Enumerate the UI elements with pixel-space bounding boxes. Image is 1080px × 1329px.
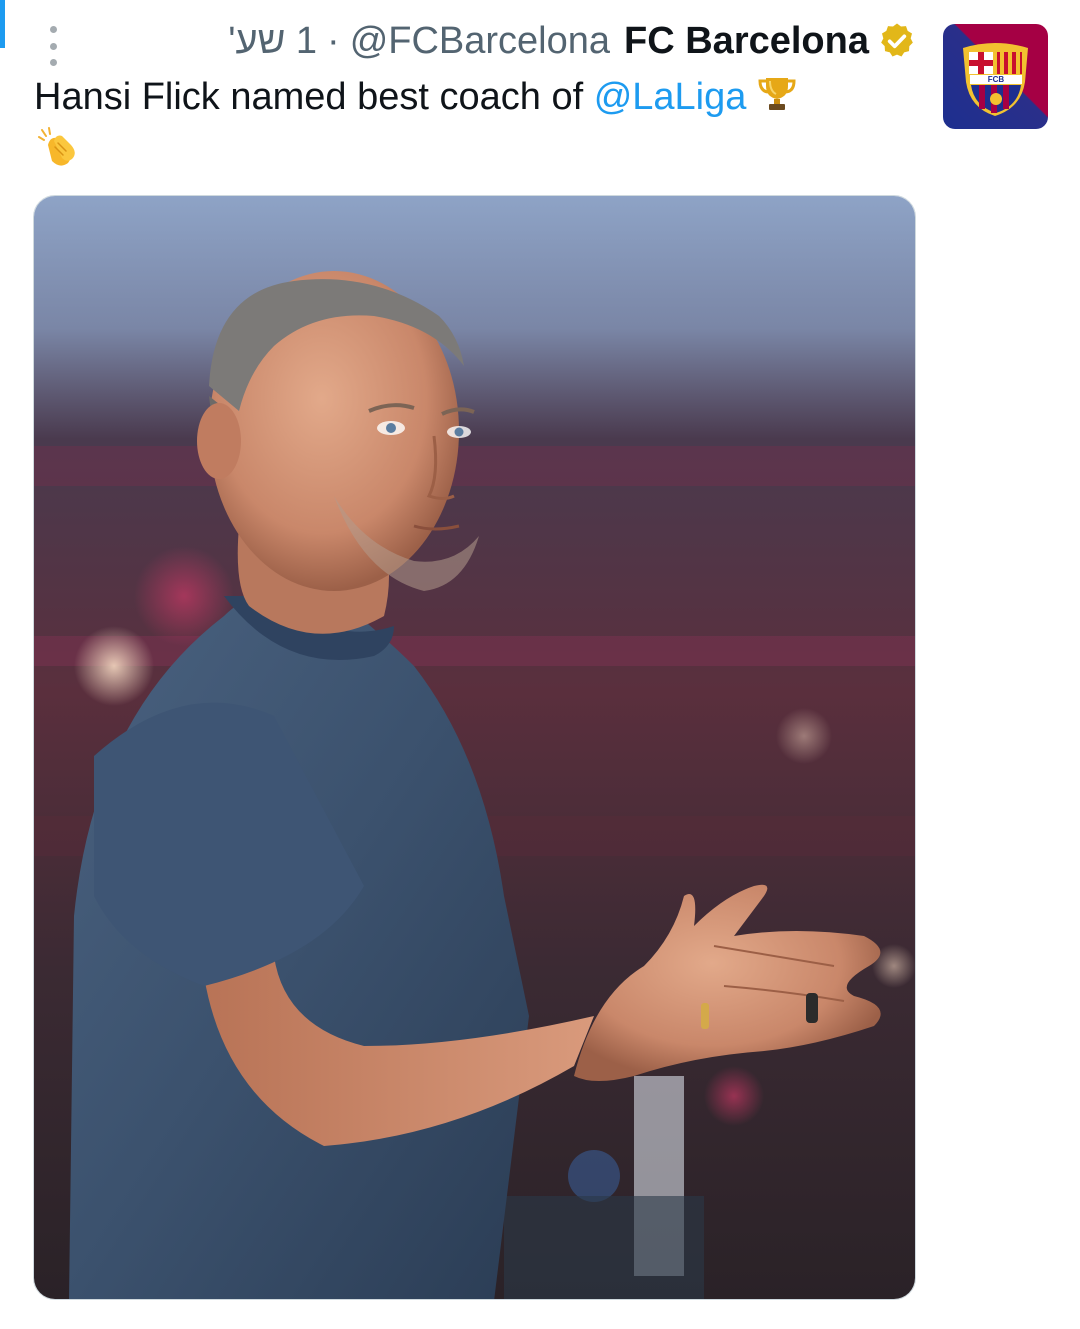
author-handle[interactable]: @FCBarcelona <box>350 18 610 64</box>
avatar-lettering: FCB <box>988 75 1005 84</box>
trophy-icon <box>757 73 797 125</box>
clapping-hands-icon <box>36 125 80 181</box>
more-options-icon[interactable] <box>42 26 64 66</box>
tweet-text: Hansi Flick named best coach of <box>34 76 594 119</box>
author-avatar[interactable]: FCB <box>943 24 1048 129</box>
thread-accent-bar <box>0 0 5 48</box>
author-name[interactable]: FC Barcelona <box>624 18 869 64</box>
tweet-timestamp[interactable]: 1 שע' <box>228 18 317 64</box>
tweet-header: 1 שע' · @FCBarcelona FC Barcelona <box>228 18 917 64</box>
tweet-body: Hansi Flick named best coach of @LaLiga <box>34 73 914 181</box>
tweet-photo[interactable] <box>33 195 916 1300</box>
separator-dot: · <box>327 20 340 62</box>
mention-laliga-link[interactable]: @LaLiga <box>594 76 747 118</box>
verified-badge-icon <box>877 21 917 61</box>
